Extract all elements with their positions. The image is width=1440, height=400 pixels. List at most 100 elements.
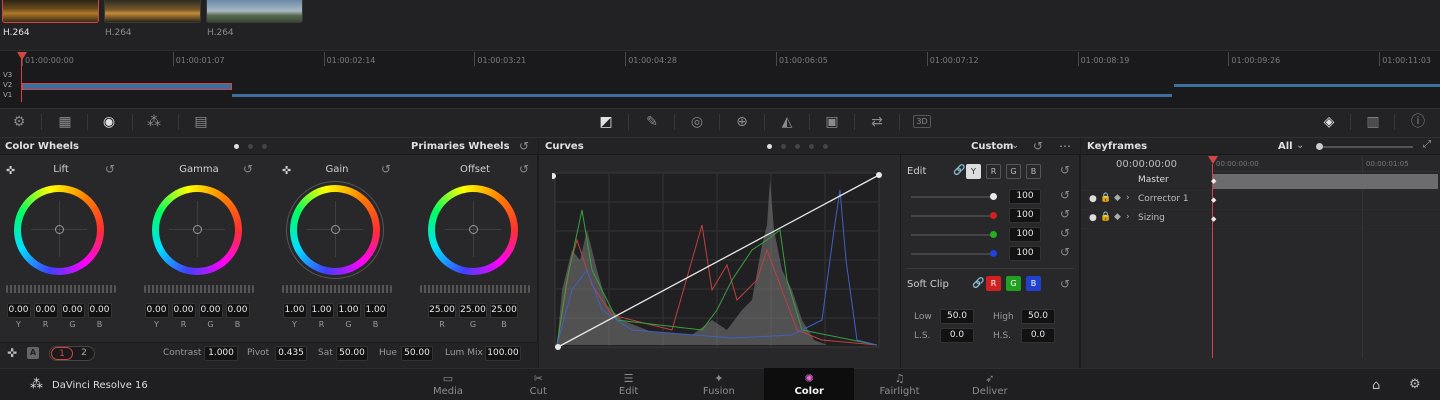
page-dots[interactable]: [234, 144, 274, 150]
info-icon[interactable]: ⓘ: [1409, 113, 1427, 131]
lift-value-y[interactable]: 0.00: [6, 303, 31, 318]
lock-icon[interactable]: 🔒: [1100, 212, 1111, 222]
motion-effects-icon[interactable]: ▤: [192, 113, 210, 131]
qualifier-icon[interactable]: ✎: [643, 113, 661, 131]
gamma-value-g[interactable]: 0.00: [198, 303, 223, 318]
pivot-field[interactable]: 0.435: [275, 346, 307, 361]
chevron-down-icon[interactable]: ⌄: [1011, 140, 1019, 151]
gamma-wheel-center[interactable]: [193, 225, 202, 234]
reset-offset-icon[interactable]: ↺: [519, 162, 529, 176]
hue-field[interactable]: 50.00: [401, 346, 433, 361]
chevron-down-icon[interactable]: ⌄: [496, 140, 504, 151]
curves-page-dots[interactable]: [767, 144, 837, 150]
page-1-button[interactable]: 1: [51, 347, 73, 360]
more-options-icon[interactable]: ⋯: [1059, 139, 1071, 153]
blur-icon[interactable]: ◭: [778, 113, 796, 131]
reset-gain-icon[interactable]: ↺: [381, 162, 391, 176]
clip-thumbnail-3[interactable]: [206, 0, 303, 23]
link-icon[interactable]: 🔗: [972, 278, 984, 289]
curve-channel-b-button[interactable]: B: [1026, 164, 1041, 179]
reset-intensity-icon[interactable]: ↺: [1060, 245, 1070, 259]
chevron-right-icon[interactable]: ›: [1126, 193, 1130, 203]
nav-tab-fusion[interactable]: ✦ Fusion: [674, 368, 764, 400]
camera-raw-icon[interactable]: ⚙: [10, 113, 28, 131]
nav-tab-color[interactable]: ✺ Color: [764, 368, 855, 400]
low-soft-field[interactable]: 0.0: [940, 328, 974, 343]
gain-value-y[interactable]: 1.00: [282, 303, 307, 318]
soft-clip-r-button[interactable]: R: [986, 276, 1001, 291]
diamond-icon[interactable]: ◆: [1114, 212, 1121, 222]
keyframe-row-master[interactable]: Master: [1082, 172, 1440, 191]
gain-master-wheel-slider[interactable]: [282, 285, 392, 293]
expand-icon[interactable]: ⤢: [1423, 139, 1431, 150]
offset-master-wheel-slider[interactable]: [420, 285, 530, 293]
wheels-mode-dropdown[interactable]: Primaries Wheels: [411, 141, 510, 152]
keyframes-icon[interactable]: ◈: [1320, 113, 1338, 131]
zoom-slider-knob[interactable]: [1316, 143, 1323, 150]
reset-intensity-icon[interactable]: ↺: [1060, 207, 1070, 221]
clip-thumbnail-2[interactable]: [104, 0, 201, 23]
curves-graph[interactable]: [552, 170, 882, 350]
gamma-value-r[interactable]: 0.00: [171, 303, 196, 318]
chevron-right-icon[interactable]: ›: [1126, 212, 1130, 222]
curve-point-white[interactable]: [876, 172, 882, 178]
reset-edit-icon[interactable]: ↺: [1060, 163, 1070, 177]
keyframe-marker-icon[interactable]: ◆: [1211, 177, 1216, 185]
curve-channel-r-button[interactable]: R: [986, 164, 1001, 179]
curve-channel-g-button[interactable]: G: [1006, 164, 1021, 179]
low-field[interactable]: 50.0: [940, 309, 974, 324]
reset-curves-icon[interactable]: ↺: [1033, 139, 1043, 153]
3d-icon[interactable]: 3D: [913, 115, 931, 128]
intensity-slider-g[interactable]: [911, 234, 995, 236]
offset-value-b[interactable]: 25.00: [490, 303, 518, 318]
reset-lift-icon[interactable]: ↺: [105, 162, 115, 176]
saturation-field[interactable]: 50.00: [336, 346, 368, 361]
intensity-knob-r[interactable]: [990, 212, 997, 219]
reset-all-wheels-icon[interactable]: ↺: [519, 139, 529, 153]
reset-intensity-icon[interactable]: ↺: [1060, 226, 1070, 240]
gamma-value-y[interactable]: 0.00: [144, 303, 169, 318]
intensity-field-y[interactable]: 100: [1009, 189, 1041, 204]
keyframe-row-corrector[interactable]: ● 🔒 ◆ › Corrector 1: [1082, 191, 1440, 210]
page-2-button[interactable]: 2: [74, 347, 94, 360]
lock-icon[interactable]: 🔒: [1100, 193, 1111, 203]
gamma-master-wheel-slider[interactable]: [144, 285, 254, 293]
intensity-field-g[interactable]: 100: [1009, 227, 1041, 242]
rgb-mixer-icon[interactable]: ⁂: [145, 113, 163, 131]
master-keyframe-track[interactable]: [1212, 174, 1438, 189]
key-icon[interactable]: ▣: [823, 113, 841, 131]
intensity-slider-r[interactable]: [911, 215, 995, 217]
intensity-knob-g[interactable]: [990, 231, 997, 238]
gain-value-b[interactable]: 1.00: [363, 303, 388, 318]
timeline-clip-1[interactable]: [22, 83, 232, 90]
soft-clip-g-button[interactable]: G: [1006, 276, 1021, 291]
intensity-field-r[interactable]: 100: [1009, 208, 1041, 223]
lift-value-b[interactable]: 0.00: [87, 303, 112, 318]
lift-master-wheel-slider[interactable]: [6, 285, 116, 293]
color-wheels-icon[interactable]: ◉: [100, 113, 118, 131]
gain-value-r[interactable]: 1.00: [309, 303, 334, 318]
keyframe-marker-icon[interactable]: ◆: [1211, 215, 1216, 223]
timeline-clip-3[interactable]: [1174, 84, 1440, 87]
lift-picker-icon[interactable]: ✜: [6, 164, 15, 177]
high-field[interactable]: 50.0: [1021, 309, 1055, 324]
reset-soft-clip-icon[interactable]: ↺: [1060, 277, 1070, 291]
intensity-field-b[interactable]: 100: [1009, 246, 1041, 261]
high-soft-field[interactable]: 0.0: [1021, 328, 1055, 343]
color-match-icon[interactable]: ▦: [56, 113, 74, 131]
keyframe-marker-icon[interactable]: ◆: [1211, 196, 1216, 204]
home-icon[interactable]: ⌂: [1372, 378, 1380, 393]
scopes-icon[interactable]: ▥: [1364, 113, 1382, 131]
offset-wheel-center[interactable]: [469, 225, 478, 234]
gain-value-g[interactable]: 1.00: [336, 303, 361, 318]
lift-wheel-center[interactable]: [55, 225, 64, 234]
contrast-field[interactable]: 1.000: [204, 346, 238, 361]
nav-tab-edit[interactable]: ☰ Edit: [584, 368, 674, 400]
curve-channel-y-button[interactable]: Y: [966, 164, 981, 179]
lift-value-g[interactable]: 0.00: [60, 303, 85, 318]
nav-tab-media[interactable]: ▭ Media: [403, 368, 493, 400]
intensity-knob-b[interactable]: [990, 250, 997, 257]
gamma-value-b[interactable]: 0.00: [225, 303, 250, 318]
keyframes-playhead[interactable]: [1208, 156, 1218, 164]
intensity-slider-b[interactable]: [911, 253, 995, 255]
